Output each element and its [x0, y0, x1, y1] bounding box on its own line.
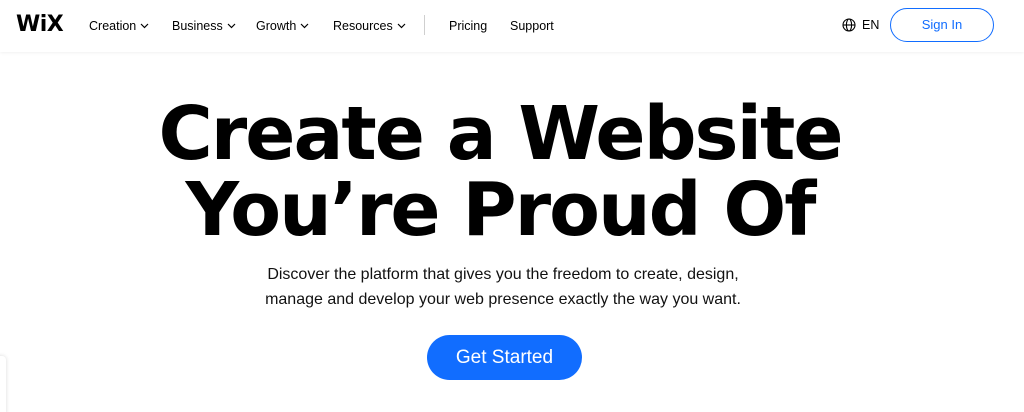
nav-item-pricing[interactable]: Pricing [449, 17, 487, 35]
language-selector[interactable]: EN [842, 16, 879, 34]
sign-in-button[interactable]: Sign In [890, 8, 994, 42]
chevron-down-icon [397, 23, 406, 29]
wix-logo[interactable]: WiX [16, 12, 64, 38]
side-widget-tab[interactable] [0, 356, 6, 412]
nav-item-label: Growth [256, 19, 297, 33]
nav-divider [424, 15, 425, 35]
nav-item-growth[interactable]: Growth [256, 17, 309, 35]
nav-item-label: Business [172, 19, 223, 33]
chevron-down-icon [300, 23, 309, 29]
hero-subtitle-line: Discover the platform that gives you the… [267, 266, 739, 283]
hero-subtitle: Discover the platform that gives you the… [0, 262, 1006, 312]
top-navigation-bar: WiX Creation Business Growth Resources P… [0, 0, 1024, 52]
hero-title-line: Create a Website [158, 91, 843, 177]
nav-item-label: Support [510, 19, 554, 33]
nav-item-support[interactable]: Support [510, 17, 554, 35]
nav-item-creation[interactable]: Creation [89, 17, 149, 35]
nav-item-label: Resources [333, 19, 393, 33]
hero-subtitle-line: manage and develop your web presence exa… [265, 291, 741, 308]
language-label: EN [862, 18, 880, 32]
wix-homepage: WiX Creation Business Growth Resources P… [0, 0, 1024, 412]
nav-item-resources[interactable]: Resources [333, 17, 406, 35]
nav-item-business[interactable]: Business [172, 17, 236, 35]
nav-item-label: Creation [89, 19, 137, 33]
chevron-down-icon [140, 23, 149, 29]
hero-title-line: You’re Proud Of [185, 167, 817, 253]
hero-title: Create a Website You’re Proud Of [0, 96, 1000, 248]
chevron-down-icon [227, 23, 236, 29]
nav-item-label: Pricing [449, 19, 488, 33]
globe-icon [842, 18, 856, 32]
get-started-button[interactable]: Get Started [427, 335, 582, 380]
